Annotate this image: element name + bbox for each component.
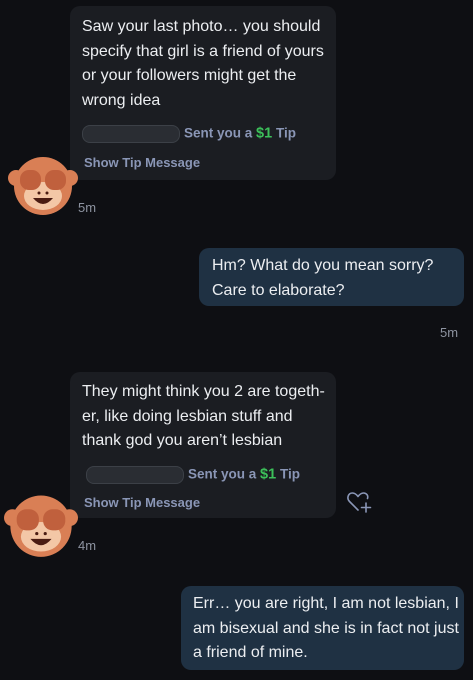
- tip-notice: Sent you a $1 Tip: [82, 125, 296, 143]
- see-no-evil-monkey-icon: [4, 495, 78, 557]
- message-timestamp: 5m: [440, 325, 459, 340]
- see-no-evil-monkey-icon: [8, 157, 78, 215]
- tip-amount: $1: [256, 125, 273, 142]
- heart-plus-icon[interactable]: [346, 490, 372, 514]
- message-timestamp: 5m: [78, 200, 97, 215]
- show-tip-message-link[interactable]: Show Tip Message: [84, 155, 200, 170]
- message-timestamp: 4m: [78, 538, 97, 553]
- message-text: Err… you are right, I am not lesbian, I …: [193, 595, 459, 661]
- tip-notice: Sent you a $1 Tip: [86, 466, 300, 484]
- message-text: They might think you 2 are togeth- er, l…: [82, 383, 325, 449]
- show-tip-message-link[interactable]: Show Tip Message: [84, 495, 200, 510]
- message-text: Saw your last photo… you should specify …: [82, 18, 324, 109]
- tip-amount: $1: [260, 466, 277, 483]
- redacted-username: [82, 125, 180, 143]
- message-text: Hm? What do you mean sorry? Care to elab…: [212, 257, 434, 299]
- redacted-username: [86, 466, 184, 484]
